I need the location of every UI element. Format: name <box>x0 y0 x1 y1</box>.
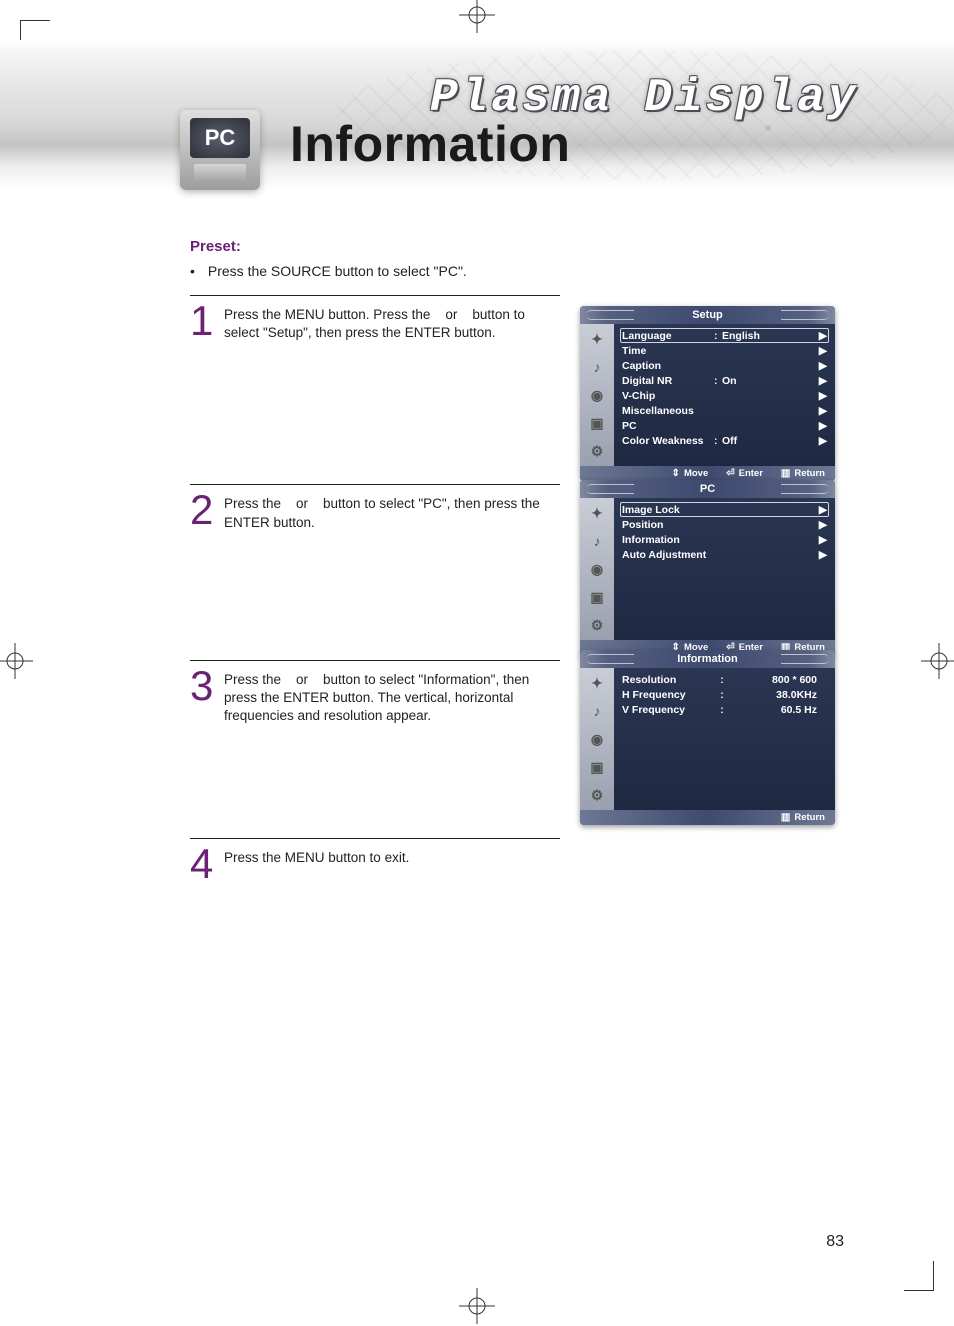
step-3-text: Press the or button to select "Informati… <box>224 667 554 726</box>
menu-item-time[interactable]: Time▶ <box>620 343 829 358</box>
osd-footer: ▥Return <box>580 810 835 825</box>
step-3: 3 Press the or button to select "Informa… <box>190 667 560 726</box>
crop-mark-br <box>904 1261 934 1291</box>
osd-info-readout: Resolution:800 * 600 H Frequency:38.0KHz… <box>614 668 835 810</box>
osd-footer: ⇕Move ⏎Enter ▥Return <box>580 466 835 481</box>
menu-item-caption[interactable]: Caption▶ <box>620 358 829 373</box>
footer-hint-return: ▥Return <box>781 812 825 823</box>
enter-icon: ⏎ <box>726 468 734 479</box>
osd-information: Information ✦ ♪ ◉ ▣ ⚙ Resolution:800 * 6… <box>580 650 835 825</box>
chevron-right-icon: ▶ <box>819 405 827 417</box>
info-row-resolution: Resolution:800 * 600 <box>620 672 829 687</box>
return-icon: ▥ <box>781 812 790 823</box>
footer-hint-return: ▥Return <box>781 468 825 479</box>
step-1-number: 1 <box>190 302 224 340</box>
registration-mark-left <box>0 641 35 681</box>
pip-icon: ▣ <box>586 412 608 434</box>
registration-mark-right <box>919 641 954 681</box>
preset-bullet-text: Press the SOURCE button to select "PC". <box>208 263 467 279</box>
chevron-right-icon: ▶ <box>819 435 827 447</box>
channel-icon: ◉ <box>586 384 608 406</box>
chevron-right-icon: ▶ <box>819 390 827 402</box>
menu-item-vchip[interactable]: V-Chip▶ <box>620 388 829 403</box>
chevron-right-icon: ▶ <box>819 534 827 546</box>
menu-item-pc[interactable]: PC▶ <box>620 418 829 433</box>
return-icon: ▥ <box>781 468 790 479</box>
footer-hint-enter: ⏎Enter <box>726 468 763 479</box>
menu-item-information[interactable]: Information▶ <box>620 532 829 547</box>
preset-heading: Preset: <box>190 238 830 255</box>
step-4: 4 Press the MENU button to exit. <box>190 845 560 883</box>
chevron-right-icon: ▶ <box>819 420 827 432</box>
page-title: Information <box>290 115 570 173</box>
osd-pc: PC ✦ ♪ ◉ ▣ ⚙ Image Lock▶ Position▶ Infor… <box>580 480 835 655</box>
bullet-icon: • <box>190 263 204 279</box>
osd-setup-title: Setup <box>580 306 835 324</box>
pip-icon: ▣ <box>586 586 608 608</box>
step-1-text: Press the MENU button. Press the or butt… <box>224 302 554 342</box>
sound-icon: ♪ <box>586 530 608 552</box>
chevron-right-icon: ▶ <box>819 330 827 342</box>
sound-icon: ♪ <box>586 356 608 378</box>
step-4-text: Press the MENU button to exit. <box>224 845 409 867</box>
page-number: 83 <box>826 1233 844 1251</box>
divider <box>190 484 560 485</box>
chevron-right-icon: ▶ <box>819 345 827 357</box>
sound-icon: ♪ <box>586 700 608 722</box>
chevron-right-icon: ▶ <box>819 504 827 516</box>
registration-mark-top <box>457 0 497 35</box>
info-row-h-frequency: H Frequency:38.0KHz <box>620 687 829 702</box>
osd-pc-menu: Image Lock▶ Position▶ Information▶ Auto … <box>614 498 835 640</box>
step-2-text: Press the or button to select "PC", then… <box>224 491 554 531</box>
info-row-v-frequency: V Frequency:60.5 Hz <box>620 702 829 717</box>
picture-icon: ✦ <box>586 672 608 694</box>
step-2: 2 Press the or button to select "PC", th… <box>190 491 560 531</box>
menu-item-auto-adjustment[interactable]: Auto Adjustment▶ <box>620 547 829 562</box>
osd-icon-column: ✦ ♪ ◉ ▣ ⚙ <box>580 324 614 466</box>
chevron-right-icon: ▶ <box>819 519 827 531</box>
osd-setup-menu: Language:English▶ Time▶ Caption▶ Digital… <box>614 324 835 466</box>
osd-setup: Setup ✦ ♪ ◉ ▣ ⚙ Language:English▶ Time▶ … <box>580 306 835 481</box>
osd-pc-title: PC <box>580 480 835 498</box>
chevron-right-icon: ▶ <box>819 549 827 561</box>
menu-item-color-weakness[interactable]: Color Weakness:Off▶ <box>620 433 829 448</box>
picture-icon: ✦ <box>586 328 608 350</box>
step-1: 1 Press the MENU button. Press the or bu… <box>190 302 560 342</box>
step-4-number: 4 <box>190 845 224 883</box>
setup-icon: ⚙ <box>586 614 608 636</box>
preset-bullet-line: • Press the SOURCE button to select "PC"… <box>190 263 830 279</box>
osd-information-title: Information <box>580 650 835 668</box>
picture-icon: ✦ <box>586 502 608 524</box>
menu-item-miscellaneous[interactable]: Miscellaneous▶ <box>620 403 829 418</box>
channel-icon: ◉ <box>586 558 608 580</box>
divider <box>190 660 560 661</box>
osd-icon-column: ✦ ♪ ◉ ▣ ⚙ <box>580 668 614 810</box>
footer-hint-move: ⇕Move <box>672 468 709 479</box>
setup-icon: ⚙ <box>586 440 608 462</box>
pc-icon: PC <box>180 110 260 190</box>
menu-item-image-lock[interactable]: Image Lock▶ <box>620 502 829 517</box>
updown-icon: ⇕ <box>672 468 680 479</box>
menu-item-digital-nr[interactable]: Digital NR:On▶ <box>620 373 829 388</box>
divider <box>190 295 560 296</box>
chevron-right-icon: ▶ <box>819 375 827 387</box>
menu-item-language[interactable]: Language:English▶ <box>620 328 829 343</box>
setup-icon: ⚙ <box>586 784 608 806</box>
pip-icon: ▣ <box>586 756 608 778</box>
osd-icon-column: ✦ ♪ ◉ ▣ ⚙ <box>580 498 614 640</box>
step-3-number: 3 <box>190 667 224 705</box>
menu-item-position[interactable]: Position▶ <box>620 517 829 532</box>
channel-icon: ◉ <box>586 728 608 750</box>
registration-mark-bottom <box>457 1286 497 1326</box>
pc-icon-label: PC <box>190 118 250 158</box>
chevron-right-icon: ▶ <box>819 360 827 372</box>
step-2-number: 2 <box>190 491 224 529</box>
divider <box>190 838 560 839</box>
